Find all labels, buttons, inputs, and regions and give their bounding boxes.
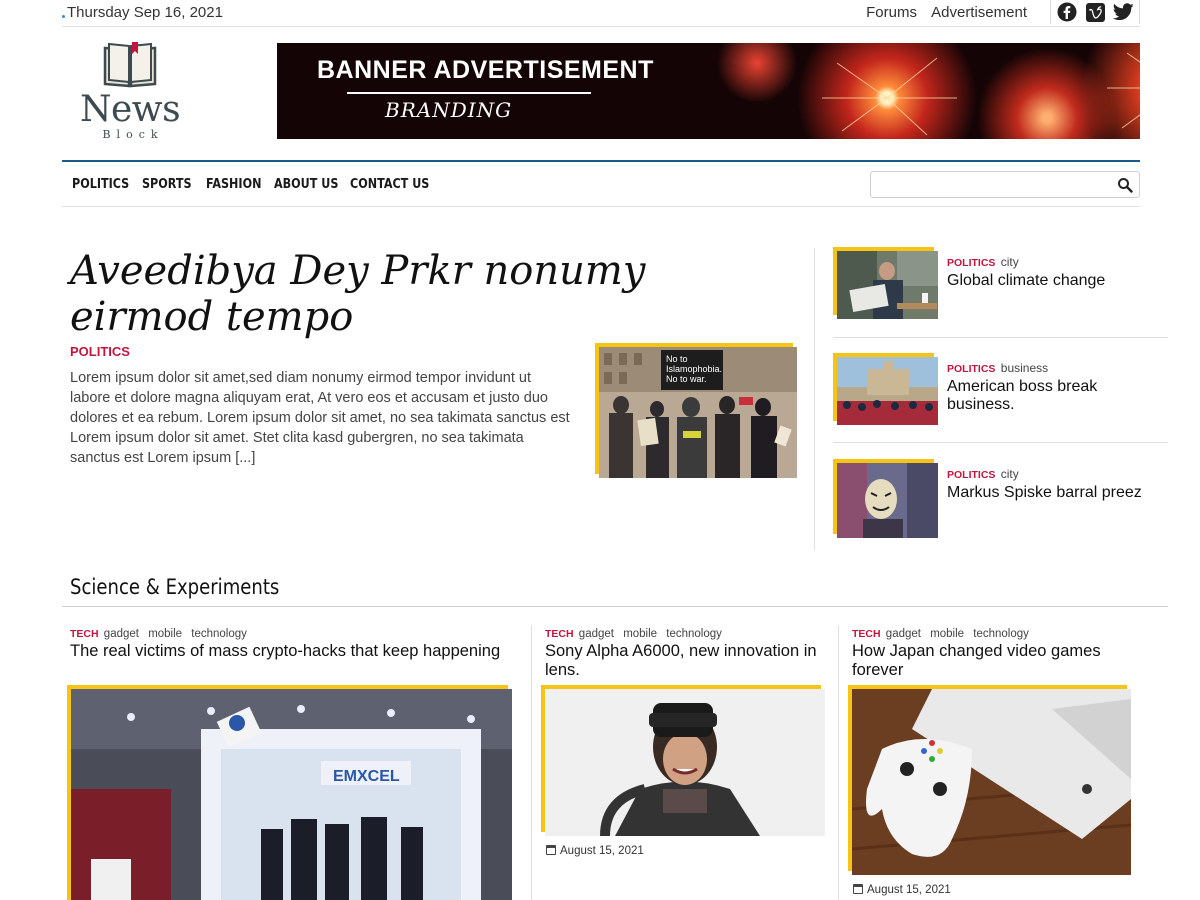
current-date: Thursday Sep 16, 2021 xyxy=(62,4,223,21)
article-title[interactable]: The real victims of mass crypto-hacks th… xyxy=(70,642,510,661)
nav-item-politics[interactable]: POLITICS xyxy=(72,177,129,192)
svg-text:No to war.: No to war. xyxy=(666,374,707,384)
article-title[interactable]: Global climate change xyxy=(947,272,1167,290)
article-thumbnail[interactable] xyxy=(833,459,938,538)
article-image[interactable]: EMXCEL xyxy=(67,685,512,900)
svg-text:Islamophobia.: Islamophobia. xyxy=(666,364,722,374)
banner-advertisement[interactable]: BANNER ADVERTISEMENT BRANDING xyxy=(277,43,1140,139)
section-title[interactable]: Science & Experiments xyxy=(70,575,279,599)
article-tags: TECH gadget mobile technology xyxy=(852,628,1142,640)
banner-subline: BRANDING xyxy=(385,98,513,122)
article-tags: TECH gadget mobile technology xyxy=(70,628,510,640)
article-category[interactable]: POLITICS xyxy=(947,363,995,375)
protest-photo: No to Islamophobia. No to war. xyxy=(599,347,797,478)
article-tags: TECH gadget mobile technology xyxy=(545,628,830,640)
main-nav: POLITICS SPORTS FASHION ABOUT US CONTACT… xyxy=(62,160,1140,207)
vimeo-icon[interactable] xyxy=(1084,1,1106,23)
sidebar-separator xyxy=(833,442,1168,443)
article-tag[interactable]: gadget xyxy=(579,628,614,640)
nav-item-contact-us[interactable]: CONTACT US xyxy=(350,177,429,192)
article-tag[interactable]: business xyxy=(1001,361,1048,375)
article-date: August 15, 2021 xyxy=(853,884,951,896)
nav-item-fashion[interactable]: FASHION xyxy=(206,177,261,192)
article-tag[interactable]: gadget xyxy=(886,628,921,640)
column-divider xyxy=(814,248,815,550)
search-icon[interactable] xyxy=(1117,177,1133,193)
article-category[interactable]: POLITICS xyxy=(947,257,995,269)
sidebar-separator xyxy=(833,337,1168,338)
article-meta: POLITICS business xyxy=(947,361,1048,375)
article-tag[interactable]: gadget xyxy=(104,628,139,640)
twitter-icon[interactable] xyxy=(1112,1,1134,23)
sidebar-article[interactable]: POLITICS city Global climate change xyxy=(833,247,1168,337)
column-divider xyxy=(838,625,839,900)
article-meta: POLITICS city xyxy=(947,467,1019,481)
nav-item-sports[interactable]: SPORTS xyxy=(142,177,192,192)
nav-item-about-us[interactable]: ABOUT US xyxy=(274,177,338,192)
article-title[interactable]: American boss break business. xyxy=(947,378,1167,414)
article-thumbnail[interactable] xyxy=(833,353,938,425)
advertisement-link[interactable]: Advertisement xyxy=(931,4,1027,21)
article-category[interactable]: POLITICS xyxy=(947,469,995,481)
hero-excerpt: Lorem ipsum dolor sit amet,sed diam nonu… xyxy=(70,370,570,466)
article-tag[interactable]: city xyxy=(1001,467,1019,481)
article-tag[interactable]: mobile xyxy=(623,628,657,640)
top-bar: Thursday Sep 16, 2021 Forums Advertiseme… xyxy=(62,0,1140,27)
article-date: August 15, 2021 xyxy=(546,845,644,857)
logo-wordmark: News xyxy=(80,89,181,130)
article-title[interactable]: Markus Spiske barral preez xyxy=(947,484,1167,502)
hero-category[interactable]: POLITICS xyxy=(70,344,130,359)
article-title[interactable]: How Japan changed video games forever xyxy=(852,642,1142,680)
forums-link[interactable]: Forums xyxy=(866,4,917,21)
article-category[interactable]: TECH xyxy=(545,628,574,640)
article-tag[interactable]: technology xyxy=(973,628,1029,640)
article-category[interactable]: TECH xyxy=(852,628,881,640)
article-title[interactable]: Sony Alpha A6000, new innovation in lens… xyxy=(545,642,830,680)
article-tag[interactable]: mobile xyxy=(930,628,964,640)
booth-sign: EMXCEL xyxy=(333,768,400,785)
article-thumbnail[interactable] xyxy=(833,247,938,319)
site-logo[interactable]: News Block xyxy=(80,38,181,142)
calendar-icon xyxy=(546,845,556,855)
facebook-icon[interactable] xyxy=(1056,1,1078,23)
hero-image[interactable]: No to Islamophobia. No to war. xyxy=(595,343,797,478)
calendar-icon xyxy=(853,884,863,894)
article-category[interactable]: TECH xyxy=(70,628,99,640)
article-image[interactable] xyxy=(848,685,1131,875)
article-tag[interactable]: technology xyxy=(191,628,247,640)
social-links xyxy=(1050,0,1140,24)
svg-text:No to: No to xyxy=(666,354,688,364)
article-tag[interactable]: city xyxy=(1001,255,1019,269)
article-image[interactable] xyxy=(541,685,825,836)
sidebar-article[interactable]: POLITICS city Markus Spiske barral preez xyxy=(833,459,1168,549)
article-card[interactable]: TECH gadget mobile technology Sony Alpha… xyxy=(545,628,830,680)
article-card[interactable]: TECH gadget mobile technology The real v… xyxy=(70,628,510,661)
article-tag[interactable]: mobile xyxy=(148,628,182,640)
top-links: Forums Advertisement xyxy=(856,4,1027,21)
search-input[interactable] xyxy=(870,171,1140,198)
article-tag[interactable]: technology xyxy=(666,628,722,640)
section-rule xyxy=(62,606,1168,607)
article-meta: POLITICS city xyxy=(947,255,1019,269)
column-divider xyxy=(531,625,532,900)
hero-headline[interactable]: Aveedibya Dey Prkr nonumy eirmod tempo xyxy=(70,248,770,340)
article-card[interactable]: TECH gadget mobile technology How Japan … xyxy=(852,628,1142,680)
sidebar-article[interactable]: POLITICS business American boss break bu… xyxy=(833,353,1168,443)
book-icon xyxy=(103,42,157,88)
banner-headline: BANNER ADVERTISEMENT xyxy=(317,56,654,84)
